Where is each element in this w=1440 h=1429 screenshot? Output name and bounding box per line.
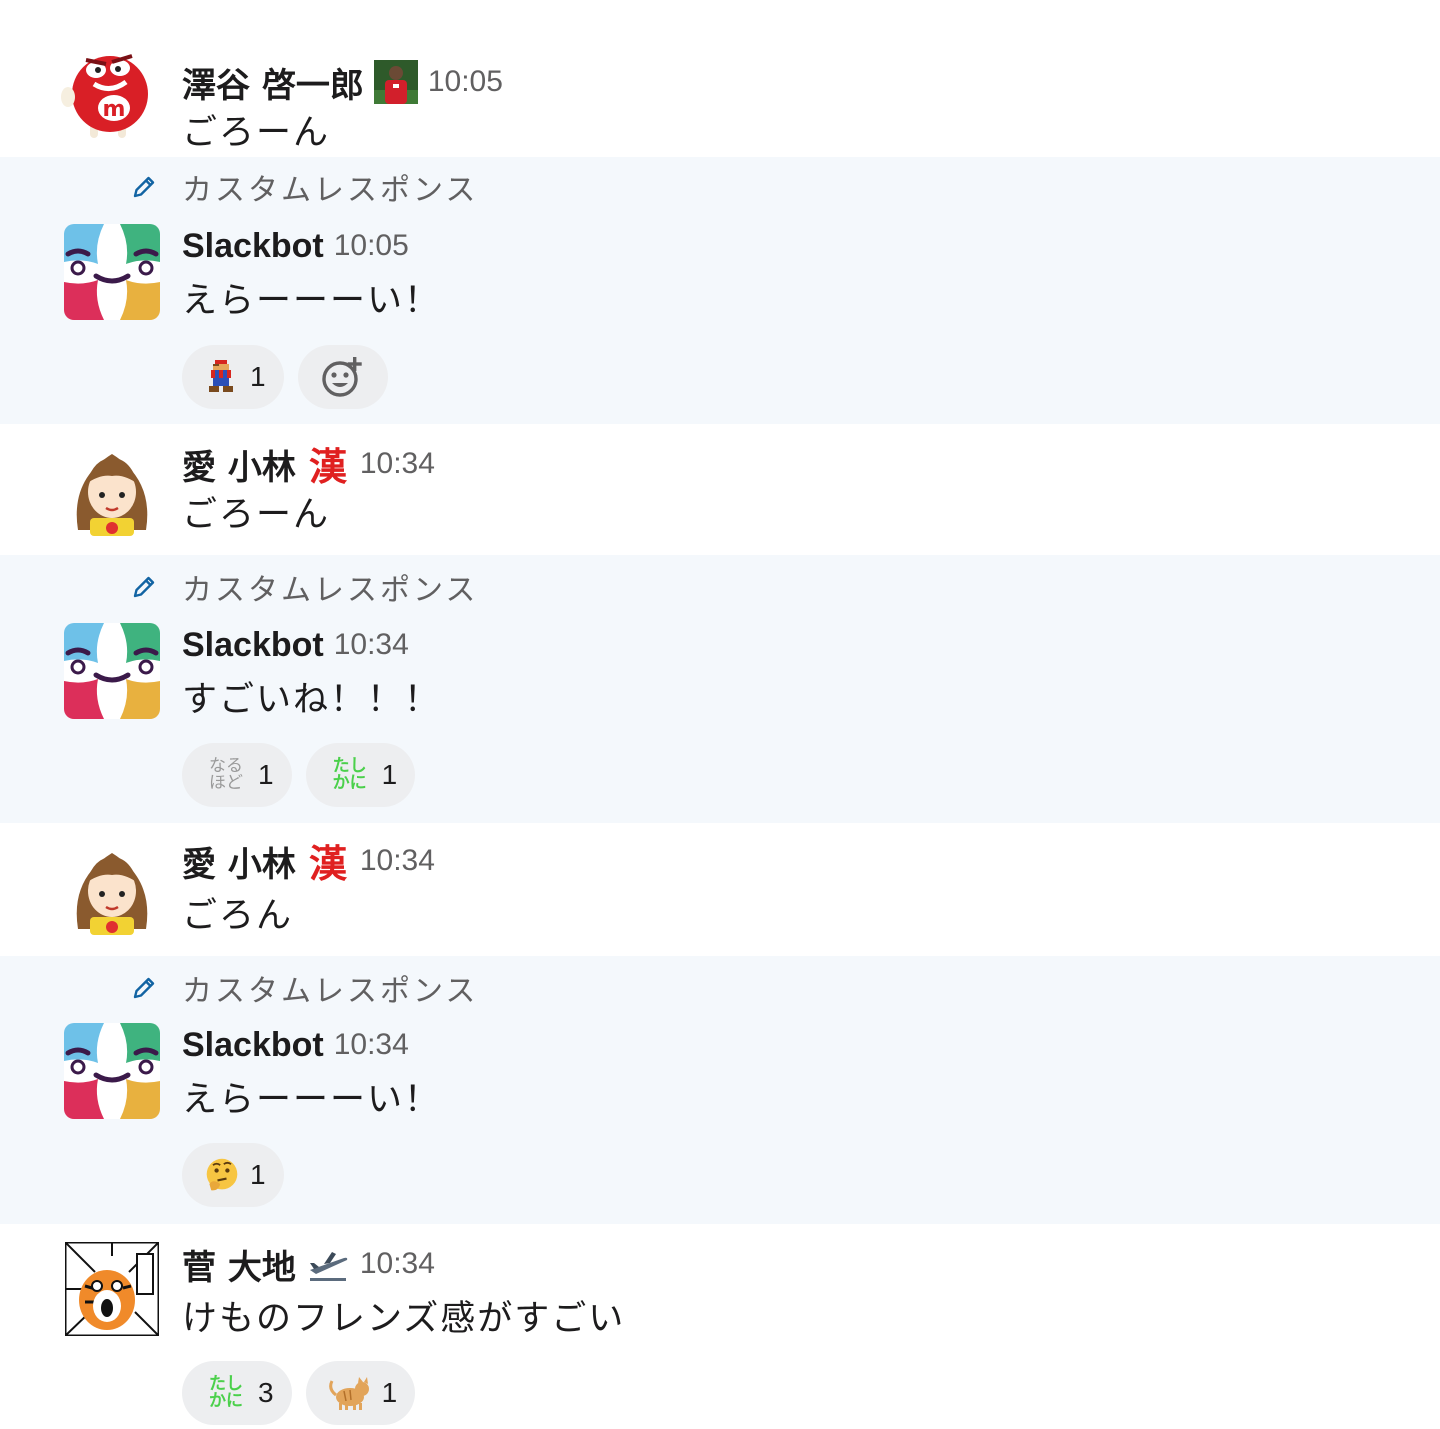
message[interactable]: 菅 大地 10:34 けものフレンズ感がすごい たし かに 3 1	[0, 1224, 1440, 1429]
pencil-icon	[133, 176, 155, 198]
user-name[interactable]: Slackbot	[182, 1026, 324, 1065]
message-text: えらーーーい！	[182, 1080, 442, 1120]
message[interactable]: m 澤谷 啓一郎 10:05 ごろーん	[0, 22, 1440, 157]
girl-avatar[interactable]	[64, 839, 160, 935]
kanji-emoji: 漢	[306, 839, 350, 886]
reaction-count: 3	[258, 1377, 274, 1408]
reaction-pill[interactable]: たし かに 3	[182, 1361, 292, 1425]
naruhodo-emoji: なる ほど	[209, 756, 243, 793]
user-name[interactable]: Slackbot	[182, 626, 324, 665]
timestamp[interactable]: 10:34	[334, 1028, 409, 1062]
reaction-count: 1	[258, 759, 274, 790]
svg-text:漢: 漢	[309, 842, 348, 883]
custom-response-label: カスタムレスポンス	[130, 167, 479, 208]
thinking-face-emoji	[204, 1157, 240, 1193]
message[interactable]: カスタムレスポンス Slackbot 10:05 えらーーーい！ 1	[0, 157, 1440, 424]
message-text: ごろーん	[182, 113, 331, 153]
tiger-manga-avatar[interactable]	[65, 1242, 159, 1336]
custom-response-text: カスタムレスポンス	[182, 573, 479, 608]
mms-red-avatar[interactable]: m	[60, 42, 160, 142]
timestamp[interactable]: 10:34	[360, 1247, 435, 1281]
timestamp[interactable]: 10:34	[360, 844, 435, 878]
partial-message: ごろーん	[0, 0, 1440, 22]
timestamp[interactable]: 10:05	[428, 65, 503, 99]
pencil-icon	[133, 977, 155, 999]
reaction-pill[interactable]: 1	[182, 1143, 284, 1207]
reaction-count: 1	[381, 1377, 398, 1408]
custom-response-label: カスタムレスポンス	[130, 968, 479, 1009]
message[interactable]: 愛 小林 漢 10:34 ごろん	[0, 823, 1440, 956]
slackbot-avatar[interactable]	[64, 623, 160, 719]
kanji-emoji: 漢	[306, 442, 350, 489]
user-name[interactable]: 澤谷 啓一郎	[182, 58, 364, 107]
slackbot-avatar[interactable]	[64, 1023, 160, 1119]
reactions-bar: 1	[182, 345, 388, 409]
user-name[interactable]: 菅 大地	[182, 1240, 296, 1289]
user-name[interactable]: 愛 小林	[182, 440, 296, 489]
reaction-pill[interactable]: 1	[182, 345, 284, 409]
message-text: けものフレンズ感がすごい	[182, 1299, 626, 1339]
message-text: ごろん	[182, 896, 294, 936]
girl-avatar[interactable]	[64, 440, 160, 536]
user-name[interactable]: 愛 小林	[182, 837, 296, 886]
reactions-bar: なる ほど 1 たし かに 1	[182, 743, 416, 807]
cat-emoji	[328, 1375, 372, 1411]
message[interactable]: カスタムレスポンス Slackbot 10:34 すごいね！！！ なる ほど 1…	[0, 555, 1440, 823]
message-text: えらーーーい！	[182, 281, 442, 321]
tashikani-emoji: たし かに	[332, 756, 367, 793]
reaction-pill[interactable]: 1	[305, 1361, 416, 1425]
pencil-icon	[133, 576, 155, 598]
add-reaction-button[interactable]	[297, 345, 388, 409]
svg-text:m: m	[103, 97, 126, 122]
custom-response-label: カスタムレスポンス	[130, 567, 479, 608]
message[interactable]: 愛 小林 漢 10:34 ごろーん	[0, 424, 1440, 555]
reaction-count: 1	[250, 1159, 266, 1190]
reactions-bar: 1	[182, 1143, 284, 1207]
timestamp[interactable]: 10:34	[334, 628, 409, 662]
reaction-pill[interactable]: たし かに 1	[305, 743, 416, 807]
timestamp[interactable]: 10:34	[360, 447, 435, 481]
reaction-count: 1	[250, 361, 266, 392]
slackbot-avatar[interactable]	[64, 224, 160, 320]
reaction-pill[interactable]: なる ほど 1	[182, 743, 292, 807]
tashikani-emoji: たし かに	[209, 1374, 243, 1411]
reaction-count: 1	[381, 759, 398, 790]
custom-response-text: カスタムレスポンス	[182, 173, 479, 208]
soccer-player-emoji	[373, 60, 418, 104]
message[interactable]: カスタムレスポンス Slackbot 10:34 えらーーーい！ 1	[0, 956, 1440, 1224]
add-reaction-icon	[321, 357, 362, 397]
reactions-bar: たし かに 3 1	[182, 1361, 416, 1425]
timestamp[interactable]: 10:05	[334, 229, 409, 263]
custom-response-text: カスタムレスポンス	[182, 974, 479, 1009]
svg-text:漢: 漢	[309, 445, 348, 486]
message-text: ごろーん	[182, 495, 331, 535]
user-name[interactable]: Slackbot	[182, 227, 324, 266]
partial-message-text: ごろーん	[182, 0, 330, 14]
airplane-departure-emoji	[306, 1242, 350, 1286]
mario-emoji	[204, 359, 240, 395]
message-text: すごいね！！！	[182, 680, 442, 720]
